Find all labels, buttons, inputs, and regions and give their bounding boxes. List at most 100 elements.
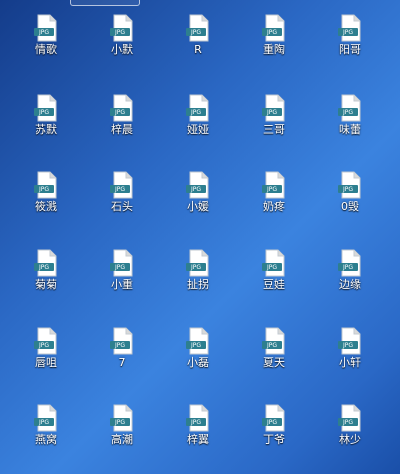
jpg-file-icon: JPG xyxy=(110,14,133,42)
desktop-file-icon[interactable]: JPG 小轩 xyxy=(319,327,381,389)
jpg-file-icon: JPG xyxy=(338,404,361,432)
desktop-file-icon[interactable]: JPG 夏天 xyxy=(243,327,305,389)
desktop-file-icon[interactable]: JPG R xyxy=(167,14,229,76)
jpg-file-icon: JPG xyxy=(186,249,209,277)
desktop-file-icon[interactable]: JPG 小重 xyxy=(91,249,153,311)
desktop-file-icon[interactable]: JPG 苏默 xyxy=(15,94,77,156)
file-label: 豆娃 xyxy=(263,278,285,291)
jpg-file-icon: JPG xyxy=(338,249,361,277)
desktop-file-icon[interactable]: JPG 菊菊 xyxy=(15,249,77,311)
desktop-file-icon[interactable]: JPG 小媛 xyxy=(167,171,229,233)
desktop-file-icon[interactable]: JPG 丁爷 xyxy=(243,404,305,466)
jpg-file-icon: JPG xyxy=(338,327,361,355)
file-label: 三哥 xyxy=(263,123,285,136)
desktop: JPG 情歌 JPG 小默 JPG R JPG 重陶 JPG 阳哥 JPG 苏默 JPG 梓晨 JPG 娅娅 J… xyxy=(0,0,400,474)
desktop-file-icon[interactable]: JPG 小磊 xyxy=(167,327,229,389)
file-type-badge: JPG xyxy=(266,109,277,116)
file-type-badge: JPG xyxy=(342,264,353,271)
file-type-badge: JPG xyxy=(114,342,125,349)
file-label: 丁爷 xyxy=(263,433,285,446)
desktop-file-icon[interactable]: JPG 唇咀 xyxy=(15,327,77,389)
jpg-file-icon: JPG xyxy=(110,171,133,199)
file-type-badge: JPG xyxy=(114,186,125,193)
jpg-file-icon: JPG xyxy=(110,327,133,355)
file-label: 林少 xyxy=(339,433,361,446)
desktop-file-icon[interactable]: JPG 奶疼 xyxy=(243,171,305,233)
file-type-badge: JPG xyxy=(342,29,353,36)
desktop-file-icon[interactable]: JPG 筱溅 xyxy=(15,171,77,233)
file-type-badge: JPG xyxy=(38,342,49,349)
jpg-file-icon: JPG xyxy=(262,14,285,42)
jpg-file-icon: JPG xyxy=(110,404,133,432)
jpg-file-icon: JPG xyxy=(34,94,57,122)
desktop-file-icon[interactable]: JPG 梓翼 xyxy=(167,404,229,466)
desktop-file-icon[interactable]: JPG 高潮 xyxy=(91,404,153,466)
desktop-file-icon[interactable]: JPG 扯拐 xyxy=(167,249,229,311)
file-label: 阳哥 xyxy=(339,43,361,56)
desktop-file-icon[interactable]: JPG 重陶 xyxy=(243,14,305,76)
file-label: 情歌 xyxy=(35,43,57,56)
file-label: 梓翼 xyxy=(187,433,209,446)
desktop-file-icon[interactable]: JPG 小默 xyxy=(91,14,153,76)
desktop-file-icon[interactable]: JPG 0毁 xyxy=(319,171,381,233)
jpg-file-icon: JPG xyxy=(34,249,57,277)
file-type-badge: JPG xyxy=(38,419,49,426)
desktop-file-icon[interactable]: JPG 娅娅 xyxy=(167,94,229,156)
jpg-file-icon: JPG xyxy=(338,94,361,122)
file-label: 7 xyxy=(118,356,126,369)
file-type-badge: JPG xyxy=(38,186,49,193)
file-type-badge: JPG xyxy=(266,342,277,349)
desktop-file-icon[interactable]: JPG 石头 xyxy=(91,171,153,233)
file-label: 苏默 xyxy=(35,123,57,136)
file-label: 燕窝 xyxy=(35,433,57,446)
desktop-file-icon[interactable]: JPG 边缘 xyxy=(319,249,381,311)
file-label: 筱溅 xyxy=(35,200,57,213)
file-type-badge: JPG xyxy=(38,264,49,271)
jpg-file-icon: JPG xyxy=(262,327,285,355)
desktop-file-icon[interactable]: JPG 梓晨 xyxy=(91,94,153,156)
file-type-badge: JPG xyxy=(114,109,125,116)
desktop-file-icon[interactable]: JPG 味蕾 xyxy=(319,94,381,156)
jpg-file-icon: JPG xyxy=(34,14,57,42)
desktop-file-icon[interactable]: JPG 7 xyxy=(91,327,153,389)
file-type-badge: JPG xyxy=(266,264,277,271)
jpg-file-icon: JPG xyxy=(34,327,57,355)
jpg-file-icon: JPG xyxy=(262,94,285,122)
desktop-file-icon[interactable]: JPG 燕窝 xyxy=(15,404,77,466)
jpg-file-icon: JPG xyxy=(110,249,133,277)
file-type-badge: JPG xyxy=(114,29,125,36)
file-type-badge: JPG xyxy=(38,109,49,116)
file-label: 菊菊 xyxy=(35,278,57,291)
desktop-file-icon[interactable]: JPG 情歌 xyxy=(15,14,77,76)
jpg-file-icon: JPG xyxy=(338,171,361,199)
file-label: 梓晨 xyxy=(111,123,133,136)
file-label: 重陶 xyxy=(263,43,285,56)
file-label: 小磊 xyxy=(187,356,209,369)
file-type-badge: JPG xyxy=(114,419,125,426)
file-type-badge: JPG xyxy=(190,264,201,271)
file-label: 石头 xyxy=(111,200,133,213)
desktop-file-icon[interactable]: JPG 三哥 xyxy=(243,94,305,156)
file-type-badge: JPG xyxy=(38,29,49,36)
file-type-badge: JPG xyxy=(190,29,201,36)
file-label: 小重 xyxy=(111,278,133,291)
jpg-file-icon: JPG xyxy=(186,327,209,355)
jpg-file-icon: JPG xyxy=(338,14,361,42)
file-label: 味蕾 xyxy=(339,123,361,136)
file-type-badge: JPG xyxy=(266,29,277,36)
file-label: 唇咀 xyxy=(35,356,57,369)
file-type-badge: JPG xyxy=(190,109,201,116)
file-type-badge: JPG xyxy=(342,419,353,426)
file-label: 0毁 xyxy=(341,200,359,213)
desktop-file-icon[interactable]: JPG 林少 xyxy=(319,404,381,466)
file-label: 小轩 xyxy=(339,356,361,369)
jpg-file-icon: JPG xyxy=(34,404,57,432)
file-type-badge: JPG xyxy=(266,419,277,426)
window-edge-fragment xyxy=(70,0,140,6)
desktop-file-icon[interactable]: JPG 阳哥 xyxy=(319,14,381,76)
jpg-file-icon: JPG xyxy=(262,249,285,277)
file-label: 奶疼 xyxy=(263,200,285,213)
desktop-file-icon[interactable]: JPG 豆娃 xyxy=(243,249,305,311)
file-label: 小默 xyxy=(111,43,133,56)
file-type-badge: JPG xyxy=(342,186,353,193)
